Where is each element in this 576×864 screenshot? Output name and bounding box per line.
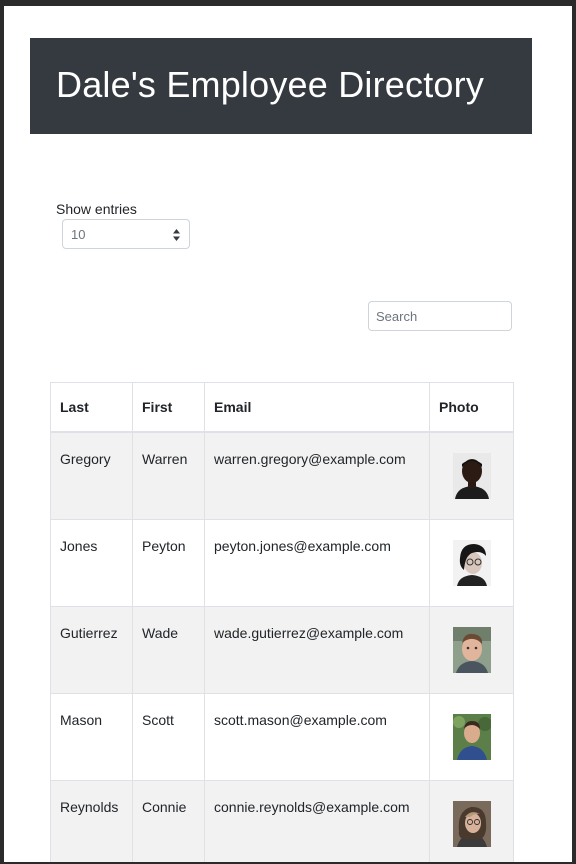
cell-last: Mason xyxy=(50,692,133,781)
cell-photo xyxy=(429,431,514,520)
cell-last: Gutierrez xyxy=(50,605,133,694)
page-header: Dale's Employee Directory xyxy=(30,38,532,134)
table-row: Gutierrez Wade wade.gutierrez@example.co… xyxy=(50,605,514,694)
cell-email: connie.reynolds@example.com xyxy=(204,779,430,862)
page-title: Dale's Employee Directory xyxy=(56,64,485,105)
sort-arrows-icon xyxy=(173,228,180,241)
employee-photo xyxy=(452,713,491,760)
entries-select-value: 10 xyxy=(71,227,86,242)
cell-email: warren.gregory@example.com xyxy=(204,431,430,520)
table-row: Reynolds Connie connie.reynolds@example.… xyxy=(50,779,514,862)
cell-photo xyxy=(429,692,514,781)
cell-email: peyton.jones@example.com xyxy=(204,518,430,607)
cell-last: Gregory xyxy=(50,431,133,520)
cell-first: Connie xyxy=(132,779,205,862)
cell-photo xyxy=(429,605,514,694)
table-row: Mason Scott scott.mason@example.com xyxy=(50,692,514,781)
employee-photo xyxy=(452,626,491,673)
cell-photo xyxy=(429,779,514,862)
cell-first: Wade xyxy=(132,605,205,694)
cell-first: Warren xyxy=(132,431,205,520)
table-header-row: Last First Email Photo xyxy=(50,382,514,433)
column-header-last[interactable]: Last xyxy=(50,382,133,433)
entries-select[interactable]: 10 xyxy=(62,219,190,249)
employee-photo xyxy=(452,453,491,499)
table-row: Gregory Warren warren.gregory@example.co… xyxy=(50,431,514,520)
column-header-first[interactable]: First xyxy=(132,382,205,433)
search-input[interactable] xyxy=(368,301,512,331)
employee-table: Last First Email Photo Gregory Warren wa… xyxy=(50,382,514,862)
table-row: Jones Peyton peyton.jones@example.com xyxy=(50,518,514,607)
cell-photo xyxy=(429,518,514,607)
cell-first: Peyton xyxy=(132,518,205,607)
cell-first: Scott xyxy=(132,692,205,781)
employee-photo xyxy=(452,800,491,847)
page-frame: Dale's Employee Directory Show entries 1… xyxy=(4,6,572,862)
cell-last: Jones xyxy=(50,518,133,607)
employee-photo xyxy=(452,539,491,586)
column-header-email[interactable]: Email xyxy=(204,382,430,433)
cell-email: scott.mason@example.com xyxy=(204,692,430,781)
column-header-photo[interactable]: Photo xyxy=(429,382,514,433)
cell-email: wade.gutierrez@example.com xyxy=(204,605,430,694)
show-entries-label: Show entries xyxy=(56,201,137,217)
cell-last: Reynolds xyxy=(50,779,133,862)
